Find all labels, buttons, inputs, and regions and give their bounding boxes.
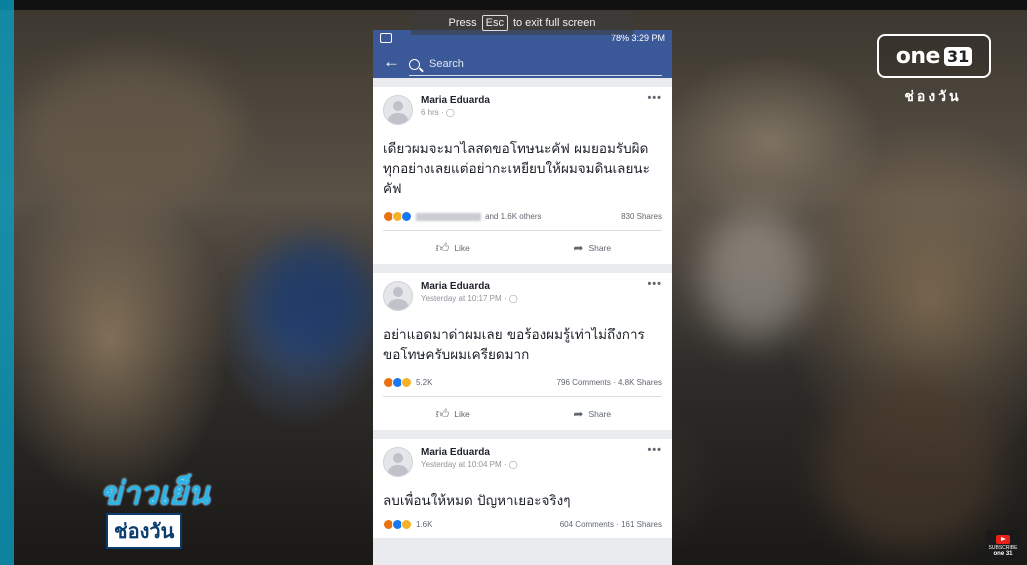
logo-one-text: one <box>895 43 941 69</box>
blurred-window-blob <box>700 210 810 340</box>
reaction-count: 1.6K <box>416 520 433 529</box>
post-card: Maria Eduarda Yesterday at 10:04 PM · ◯ … <box>373 439 672 538</box>
reactions[interactable]: 1.6K <box>383 519 432 530</box>
post-time-text: Yesterday at 10:04 PM · <box>421 460 509 469</box>
post-text: อย่าแอดมาด่าผมเลย ขอร้องผมรู้เท่าไม่ถึงก… <box>383 327 645 363</box>
globe-icon: ◯ <box>508 460 518 469</box>
globe-icon: ◯ <box>445 108 455 117</box>
share-button[interactable]: ➦ Share <box>523 407 663 421</box>
post-header: Maria Eduarda Yesterday at 10:17 PM · ◯ … <box>383 278 662 311</box>
search-input[interactable] <box>427 57 631 71</box>
top-border <box>0 0 1027 10</box>
phone-screen: 78% 3:29 PM ← Maria Eduarda 6 hrs · ◯ ••… <box>373 30 672 565</box>
reaction-count: and 1.6K others <box>485 212 542 221</box>
program-title: ข่าวเย็น <box>100 474 210 512</box>
thumbs-up-icon: 👍︎ <box>435 239 450 255</box>
post-actions: 👍︎ Like ➦ Share <box>383 230 662 264</box>
share-button[interactable]: ➦ Share <box>523 241 663 255</box>
post-time: 6 hrs · ◯ <box>421 108 647 117</box>
blurred-screen-blob <box>255 240 375 360</box>
share-arrow-icon: ➦ <box>573 240 584 255</box>
post-time-text: 6 hrs · <box>421 108 446 117</box>
channel-logo: one 31 ช่องวัน <box>873 30 993 105</box>
haha-reaction-icon <box>401 377 412 388</box>
hint-before: Press <box>448 17 477 29</box>
like-reaction-icon <box>401 211 412 222</box>
instagram-icon <box>380 32 392 43</box>
share-arrow-icon: ➦ <box>573 406 584 421</box>
post-stats: 1.6K 604 Comments · 161 Shares <box>383 519 662 538</box>
logo-number: 31 <box>943 46 973 66</box>
post-author[interactable]: Maria Eduarda <box>421 281 647 292</box>
thumbs-up-icon: 👍︎ <box>435 405 450 421</box>
share-count[interactable]: 830 Shares <box>621 212 662 221</box>
share-label: Share <box>588 408 612 419</box>
back-arrow-icon[interactable]: ← <box>383 52 405 72</box>
more-options-icon[interactable]: ••• <box>647 278 662 290</box>
haha-reaction-icon <box>401 519 412 530</box>
fullscreen-exit-hint: Press Esc to exit full screen <box>411 11 633 35</box>
post-time: Yesterday at 10:17 PM · ◯ <box>421 294 647 303</box>
post-stats: and 1.6K others 830 Shares <box>383 211 662 230</box>
post-meta: Maria Eduarda 6 hrs · ◯ <box>421 95 647 117</box>
comments-shares-count[interactable]: 604 Comments · 161 Shares <box>560 520 662 529</box>
post-header: Maria Eduarda 6 hrs · ◯ ••• <box>383 92 662 125</box>
like-button[interactable]: 👍︎ Like <box>383 240 523 256</box>
comments-shares-count[interactable]: 796 Comments · 4.8K Shares <box>557 378 662 387</box>
program-logo: ข่าวเย็น ช่องวัน <box>100 475 230 555</box>
post-header: Maria Eduarda Yesterday at 10:04 PM · ◯ … <box>383 444 662 477</box>
avatar[interactable] <box>383 281 413 311</box>
reaction-count: 5.2K <box>416 378 433 387</box>
post-text: ลบเพื่อนให้หมด ปัญหาเยอะจริงๆ <box>383 493 571 509</box>
post-card: Maria Eduarda Yesterday at 10:17 PM · ◯ … <box>373 273 672 430</box>
like-label: Like <box>454 408 470 419</box>
post-time-text: Yesterday at 10:17 PM · <box>421 294 509 303</box>
post-card: Maria Eduarda 6 hrs · ◯ ••• เดียวผมจะมาไ… <box>373 87 672 264</box>
logo-subtitle: ช่องวัน <box>904 89 962 105</box>
play-icon <box>996 535 1010 544</box>
subscribe-brand: one 31 <box>993 551 1013 557</box>
post-author[interactable]: Maria Eduarda <box>421 447 647 458</box>
blurred-names <box>416 212 481 221</box>
more-options-icon[interactable]: ••• <box>647 92 662 104</box>
post-actions: 👍︎ Like ➦ Share <box>383 396 662 430</box>
like-label: Like <box>454 242 470 253</box>
reactions[interactable]: 5.2K <box>383 377 432 388</box>
post-time: Yesterday at 10:04 PM · ◯ <box>421 460 647 469</box>
avatar[interactable] <box>383 447 413 477</box>
facebook-top-bar: ← <box>373 45 672 78</box>
program-subtitle: ช่องวัน <box>106 513 183 549</box>
post-meta: Maria Eduarda Yesterday at 10:17 PM · ◯ <box>421 281 647 303</box>
post-author[interactable]: Maria Eduarda <box>421 95 647 106</box>
reactions[interactable]: and 1.6K others <box>383 211 541 222</box>
esc-key: Esc <box>481 15 508 31</box>
like-button[interactable]: 👍︎ Like <box>383 406 523 422</box>
post-stats: 5.2K 796 Comments · 4.8K Shares <box>383 377 662 396</box>
avatar[interactable] <box>383 95 413 125</box>
hint-after: to exit full screen <box>512 17 596 29</box>
subscribe-badge[interactable]: SUBSCRIBE one 31 <box>986 531 1020 561</box>
channel-logo-box: one 31 <box>877 34 991 78</box>
post-text: เดียวผมจะมาไลสดขอโทษนะคัฟ ผมยอมรับผิดทุก… <box>383 141 650 197</box>
blurred-wall-blob <box>20 60 240 210</box>
search-icon <box>409 58 420 70</box>
left-color-edge <box>0 0 14 565</box>
blurred-shelf-blob <box>820 380 1000 550</box>
search-bar[interactable] <box>409 53 662 76</box>
post-meta: Maria Eduarda Yesterday at 10:04 PM · ◯ <box>421 447 647 469</box>
globe-icon: ◯ <box>508 294 518 303</box>
more-options-icon[interactable]: ••• <box>647 444 662 456</box>
share-label: Share <box>588 242 612 253</box>
